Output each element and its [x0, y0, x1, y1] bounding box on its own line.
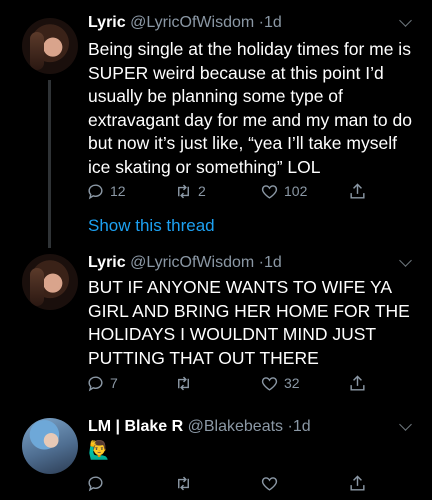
author-handle[interactable]: @LyricOfWisdom — [130, 14, 254, 31]
like-icon — [261, 184, 278, 199]
reply-icon — [88, 375, 103, 391]
tweet-actions — [86, 472, 416, 494]
tweet-header: Lyric @LyricOfWisdom ·1d — [88, 14, 282, 32]
retweet-button[interactable] — [174, 372, 198, 394]
retweet-button[interactable]: 2 — [174, 180, 206, 202]
author-name[interactable]: Lyric — [88, 254, 126, 271]
like-icon — [261, 376, 278, 391]
caret-down-icon[interactable] — [399, 14, 412, 27]
share-button[interactable] — [348, 372, 367, 394]
like-button[interactable]: 32 — [260, 372, 300, 394]
caret-down-icon[interactable] — [399, 418, 412, 431]
like-button[interactable]: 102 — [260, 180, 307, 202]
retweet-count: 2 — [198, 183, 206, 199]
like-count: 32 — [284, 375, 300, 391]
separator-dot: · — [258, 254, 264, 271]
like-button[interactable] — [260, 472, 279, 494]
retweet-button[interactable] — [174, 472, 193, 494]
tweet-1[interactable]: Lyric @LyricOfWisdom ·1d Being single at… — [0, 0, 432, 250]
reply-button[interactable]: 12 — [86, 180, 126, 202]
avatar[interactable] — [22, 418, 78, 474]
reply-count: 7 — [110, 375, 118, 391]
share-button[interactable] — [348, 472, 367, 494]
reply-button[interactable] — [86, 472, 105, 494]
tweet-text: BUT IF ANYONE WANTS TO WIFE YA GIRL AND … — [88, 277, 410, 368]
avatar[interactable] — [22, 254, 78, 310]
reply-icon — [88, 183, 103, 199]
separator-dot: · — [287, 418, 293, 435]
share-button[interactable] — [348, 180, 367, 202]
author-handle[interactable]: @LyricOfWisdom — [130, 254, 254, 271]
author-name[interactable]: Lyric — [88, 14, 126, 31]
tweet-header: LM | Blake R @Blakebeats ·1d — [88, 418, 311, 436]
like-count: 102 — [284, 183, 308, 199]
author-handle[interactable]: @Blakebeats — [188, 418, 283, 435]
retweet-icon — [178, 376, 189, 390]
show-thread-link[interactable]: Show this thread — [88, 216, 215, 236]
share-icon — [350, 374, 365, 391]
reply-count: 12 — [110, 183, 126, 199]
like-icon — [261, 476, 278, 491]
timestamp[interactable]: 1d — [264, 254, 282, 271]
tweet-actions: 7 32 — [86, 372, 416, 394]
share-icon — [350, 182, 365, 199]
retweet-icon — [178, 476, 189, 490]
timestamp[interactable]: 1d — [293, 418, 311, 435]
share-icon — [350, 474, 365, 491]
reply-button[interactable]: 7 — [86, 372, 118, 394]
tweet-header: Lyric @LyricOfWisdom ·1d — [88, 254, 282, 272]
reply-icon — [88, 475, 103, 491]
tweet-text: Being single at the holiday times for me… — [88, 39, 412, 177]
caret-down-icon[interactable] — [399, 254, 412, 267]
avatar[interactable] — [22, 18, 78, 74]
tweet-text: 🙋‍♂️ — [88, 440, 111, 460]
author-name[interactable]: LM | Blake R — [88, 418, 183, 435]
tweet-actions: 12 2 102 — [86, 180, 416, 202]
timestamp[interactable]: 1d — [264, 14, 282, 31]
retweet-icon — [178, 184, 189, 198]
